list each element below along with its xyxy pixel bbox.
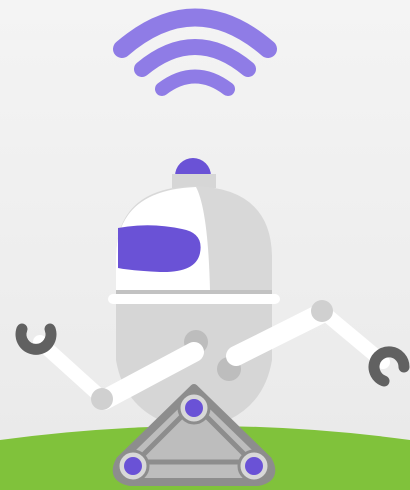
left-elbow-joint — [91, 388, 113, 410]
robot-scene — [0, 0, 410, 490]
right-elbow-joint — [311, 300, 333, 322]
wheel-top — [177, 391, 211, 425]
robot-waist-band — [108, 294, 280, 304]
wheel-left — [116, 449, 150, 483]
robot-visor — [118, 225, 201, 273]
wheel-right — [237, 449, 271, 483]
